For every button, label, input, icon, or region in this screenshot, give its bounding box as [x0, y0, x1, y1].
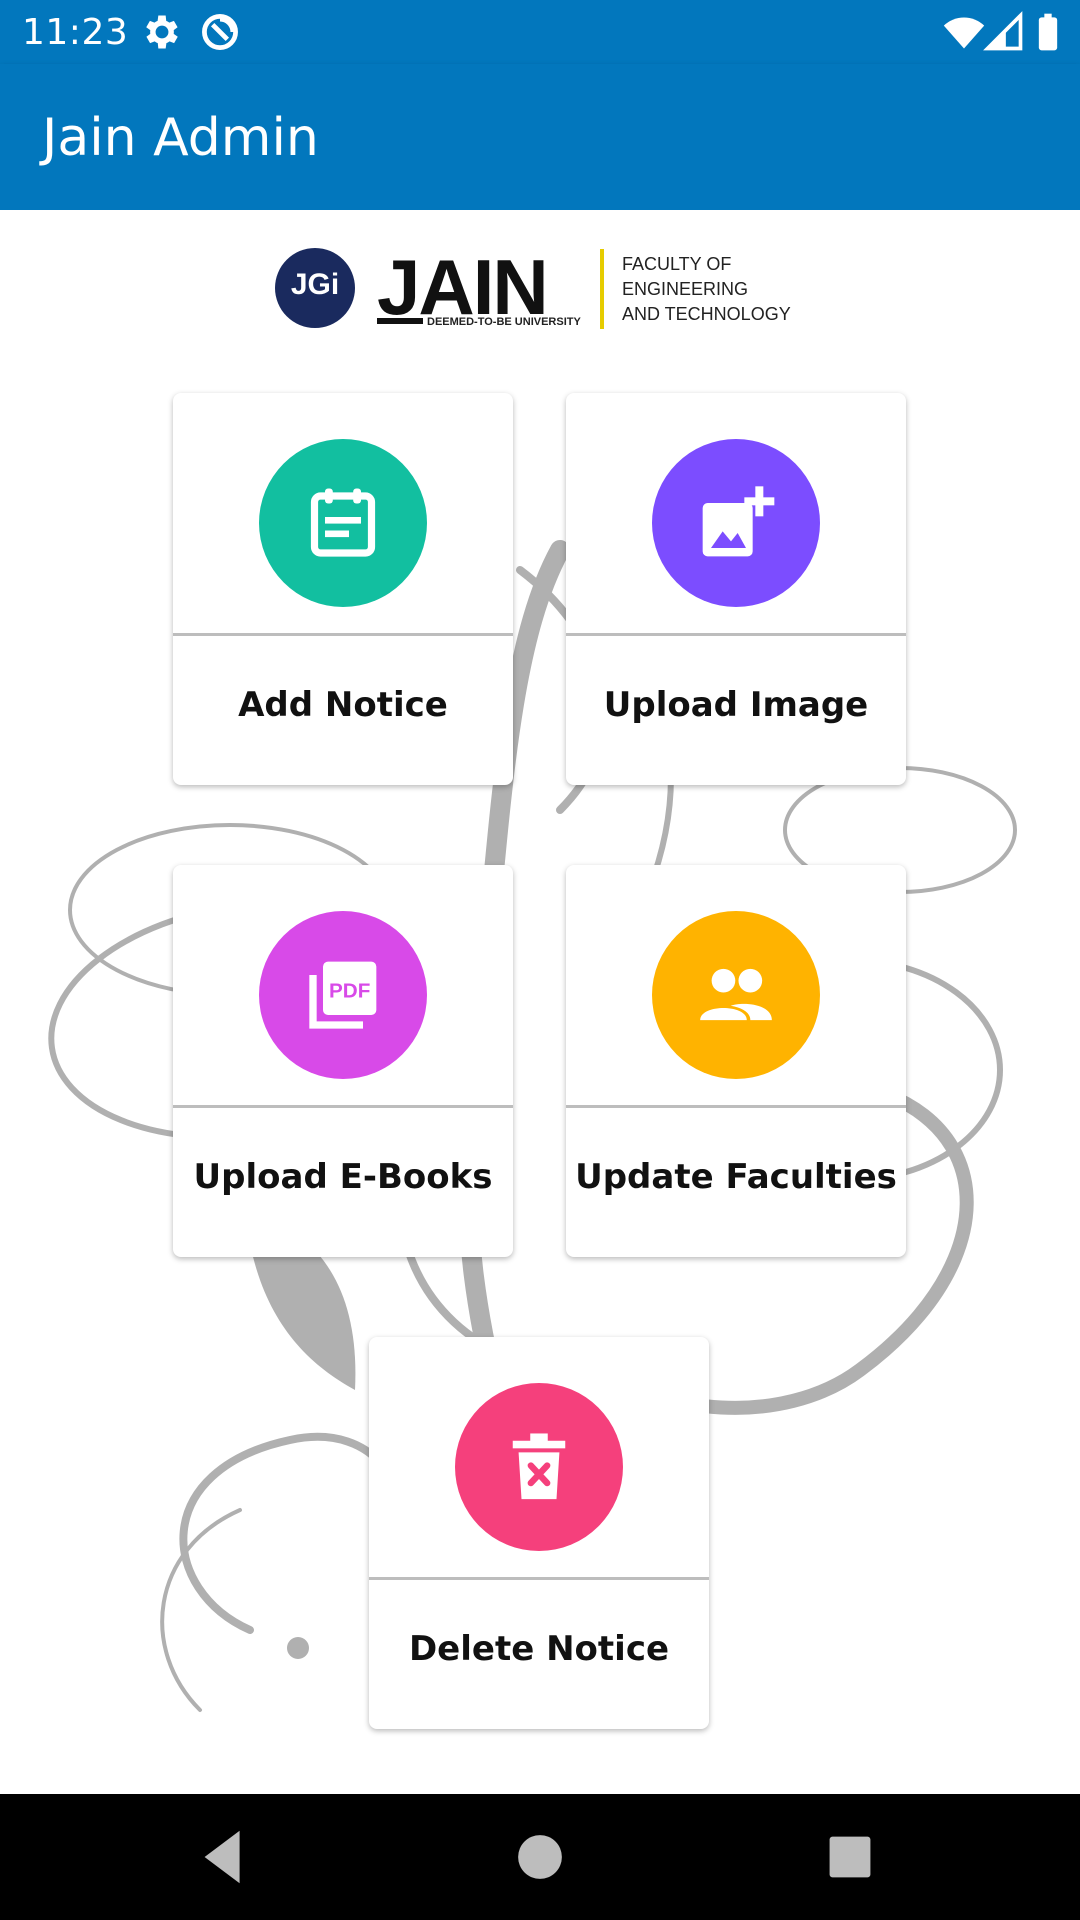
upload-ebooks-label: Upload E-Books — [193, 1157, 493, 1197]
logo-underline — [377, 318, 423, 324]
update-faculties-label: Update Faculties — [575, 1157, 897, 1197]
logo-faculty-line1: FACULTY OF — [622, 254, 732, 274]
recents-icon[interactable] — [815, 1822, 885, 1892]
add-notice-label: Add Notice — [238, 685, 448, 725]
add-notice-card[interactable]: Add Notice — [173, 393, 513, 785]
notice-icon — [310, 488, 376, 557]
upload-image-card[interactable]: Upload Image — [566, 393, 906, 785]
pdf-icon: PDF — [309, 961, 377, 1029]
settings-icon — [146, 15, 178, 49]
delete-notice-card[interactable]: Delete Notice — [369, 1337, 709, 1729]
card-divider — [173, 1105, 513, 1108]
logo-faculty-line3: AND TECHNOLOGY — [622, 304, 791, 324]
navigation-bar — [0, 1794, 1080, 1920]
logo-faculty-line2: ENGINEERING — [622, 279, 749, 299]
delete-icon — [512, 1433, 566, 1500]
logo-tagline: DEEMED-TO-BE UNIVERSITY — [427, 316, 581, 328]
upload-image-label: Upload Image — [603, 685, 869, 725]
data-saver-icon — [202, 14, 238, 50]
battery-icon — [1038, 13, 1058, 51]
logo-separator — [600, 249, 604, 329]
jain-logo: JGi JAIN DEEMED-TO-BE UNIVERSITY FACULTY… — [275, 243, 805, 336]
home-icon[interactable] — [505, 1822, 575, 1892]
app-bar: Jain Admin — [0, 64, 1080, 210]
people-icon — [700, 968, 772, 1021]
add-image-icon — [702, 486, 775, 557]
upload-ebooks-card[interactable]: PDF Upload E-Books — [173, 865, 513, 1257]
upload-ebooks-icon-circle: PDF — [259, 911, 427, 1079]
status-time: 11:23 — [22, 12, 129, 53]
card-divider — [369, 1577, 709, 1580]
svg-text:PDF: PDF — [329, 980, 370, 1003]
delete-notice-label: Delete Notice — [408, 1629, 670, 1669]
status-bar: 11:23 — [0, 0, 1080, 64]
add-notice-icon-circle — [259, 439, 427, 607]
back-icon[interactable] — [190, 1822, 260, 1892]
delete-notice-icon-circle — [455, 1383, 623, 1551]
update-faculties-card[interactable]: Update Faculties — [566, 865, 906, 1257]
logo-badge-text: JGi — [290, 268, 340, 301]
signal-icon — [983, 11, 1023, 51]
dashboard: JGi JAIN DEEMED-TO-BE UNIVERSITY FACULTY… — [0, 210, 1080, 1794]
wifi-icon — [943, 17, 985, 49]
update-faculties-icon-circle — [652, 911, 820, 1079]
upload-image-icon-circle — [652, 439, 820, 607]
app-title: Jain Admin — [42, 108, 319, 168]
card-divider — [173, 633, 513, 636]
card-divider — [566, 1105, 906, 1108]
card-divider — [566, 633, 906, 636]
